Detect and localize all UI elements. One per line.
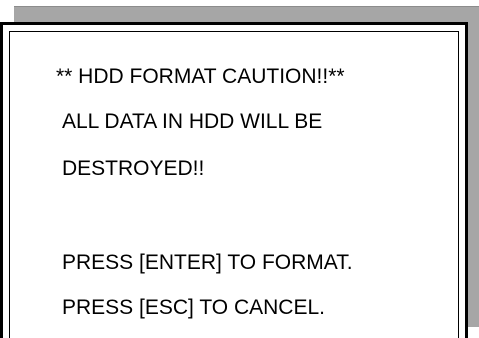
enter-format-instruction: PRESS [ENTER] TO FORMAT.: [62, 251, 353, 274]
warning-line-1: ALL DATA IN HDD WILL BE: [62, 110, 323, 133]
esc-cancel-instruction: PRESS [ESC] TO CANCEL.: [62, 296, 325, 319]
warning-line-2: DESTROYED!!: [62, 157, 205, 180]
caution-title: ** HDD FORMAT CAUTION!!**: [56, 65, 345, 88]
screen: ** HDD FORMAT CAUTION!!** ALL DATA IN HD…: [0, 0, 479, 338]
